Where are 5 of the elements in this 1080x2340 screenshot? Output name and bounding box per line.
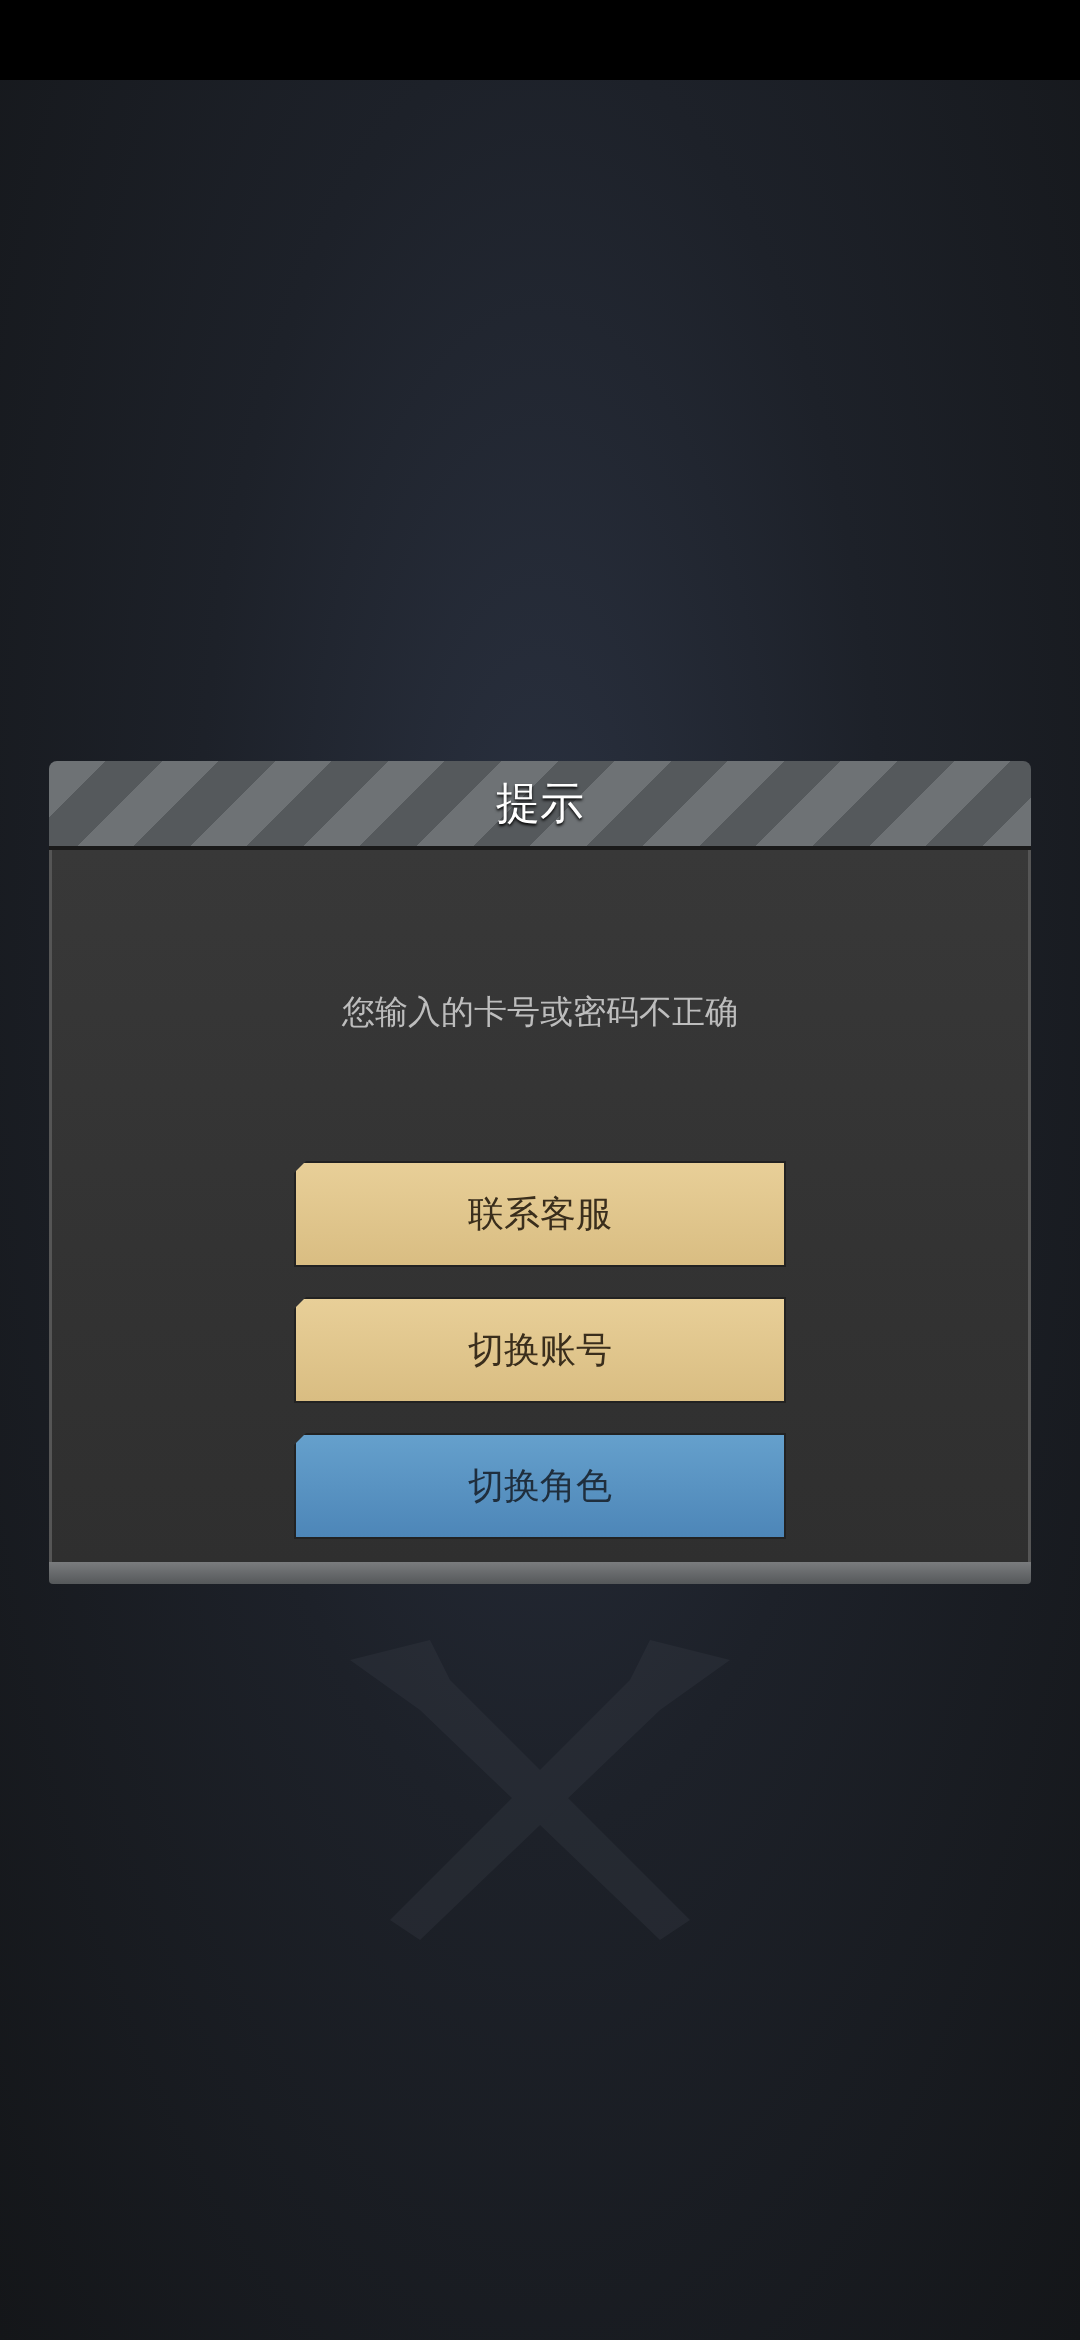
error-message: 您输入的卡号或密码不正确 (342, 991, 738, 1033)
dialog-button[interactable]: 切换账号 (294, 1297, 786, 1403)
dialog-button[interactable]: 切换角色 (294, 1433, 786, 1539)
dialog-button[interactable]: 联系客服 (294, 1161, 786, 1267)
dialog-title: 提示 (496, 776, 584, 830)
